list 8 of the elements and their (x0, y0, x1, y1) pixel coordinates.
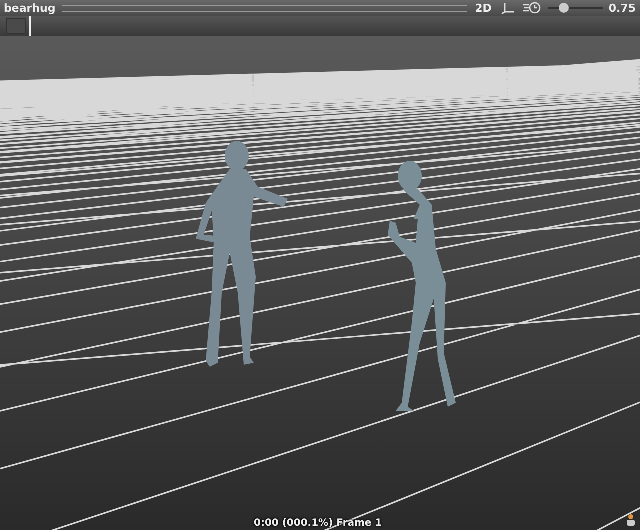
speed-value: 0.75 (608, 2, 636, 14)
speed-clock-icon[interactable] (522, 1, 542, 15)
playhead[interactable] (28, 16, 31, 36)
pivot-icon[interactable] (500, 1, 516, 15)
2d-mode-button[interactable]: 2D (473, 2, 494, 14)
avatar-icon[interactable] (626, 514, 636, 526)
window-title: bearhug (4, 2, 56, 14)
slider-thumb[interactable] (559, 3, 570, 13)
